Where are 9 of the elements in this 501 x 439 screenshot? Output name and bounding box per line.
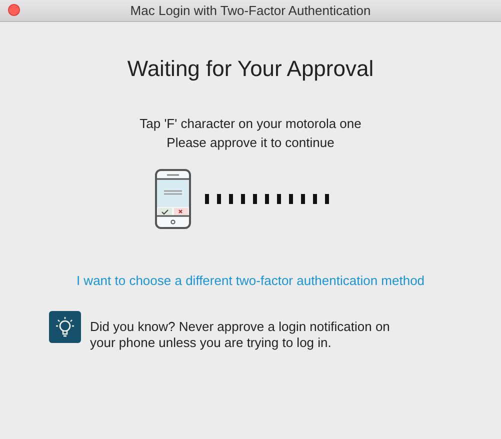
heading: Waiting for Your Approval [127,56,374,82]
phone-icon [154,169,190,229]
close-button[interactable] [8,4,20,16]
instruction-text: Tap 'F' character on your motorola one [140,116,362,132]
instruction-text: Please approve it to continue [166,135,334,151]
tip-text: Did you know? Never approve a login notification on your phone unless you are trying to log in. [90,318,390,351]
lightbulb-icon [49,311,81,343]
window-title: Mac Login with Two-Factor Authentication [130,3,371,18]
alternate-method-link[interactable]: I want to choose a different two-factor authentication method [76,273,425,288]
